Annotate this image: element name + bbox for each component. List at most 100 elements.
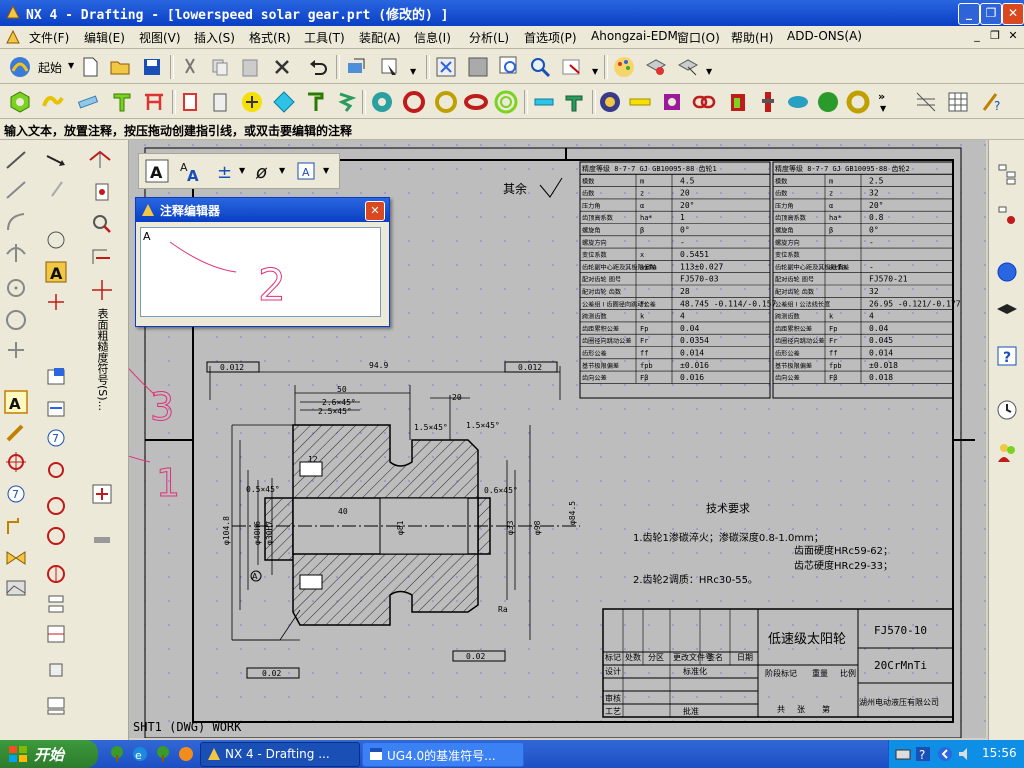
note-icon[interactable]: A [44, 260, 68, 284]
crosshatch-icon[interactable] [44, 290, 68, 314]
feature-control-frame-icon[interactable]: 7 [44, 426, 68, 450]
menu-information[interactable]: 信息(I) [414, 29, 451, 46]
boxed-text-icon[interactable]: A [295, 159, 319, 183]
fit-view-icon[interactable] [434, 55, 458, 79]
coupling-icon[interactable] [786, 90, 810, 114]
mdi-close-button[interactable]: ✕ [1006, 29, 1020, 43]
gear-icon[interactable] [370, 90, 394, 114]
menu-window[interactable]: 窗口(O) [677, 29, 720, 46]
training-icon[interactable] [995, 300, 1019, 324]
quicklaunch-tree2-icon[interactable] [154, 745, 172, 763]
diameter-dropdown-icon[interactable]: ▼ [279, 166, 285, 175]
palette-icon[interactable] [612, 55, 636, 79]
start-label[interactable]: 起始 [38, 59, 62, 76]
zoom-window-icon[interactable] [498, 55, 522, 79]
polyline-icon[interactable] [4, 178, 28, 202]
history-icon[interactable] [995, 398, 1019, 422]
spline-icon[interactable] [4, 210, 28, 234]
table-note-icon[interactable] [44, 622, 68, 646]
menu-file[interactable]: 文件(F) [29, 29, 69, 46]
copy-icon[interactable] [208, 55, 232, 79]
minimize-button[interactable]: _ [958, 3, 980, 25]
plane-icon[interactable] [90, 244, 114, 268]
region-icon[interactable] [44, 694, 68, 718]
clip-icon[interactable] [304, 90, 328, 114]
table-grid-icon[interactable] [914, 90, 938, 114]
circular-centerline-icon[interactable] [44, 494, 68, 518]
boxed-text-dropdown-icon[interactable]: ▼ [323, 166, 329, 175]
pencil-icon[interactable] [4, 420, 28, 444]
pin-icon[interactable] [76, 90, 100, 114]
datum-symbol-icon[interactable]: 7 [4, 482, 28, 506]
delete-icon[interactable] [270, 55, 294, 79]
pin-cutout-icon[interactable] [90, 180, 114, 204]
restore-button[interactable]: ❐ [980, 3, 1002, 25]
plus-minus-dropdown-icon[interactable]: ▼ [239, 166, 245, 175]
zoom-icon[interactable] [528, 55, 552, 79]
spring-icon[interactable] [334, 90, 358, 114]
filter-dropdown-icon[interactable]: ▼ [410, 67, 416, 76]
volume-icon[interactable] [957, 746, 973, 762]
menu-edit[interactable]: 编辑(E) [84, 29, 125, 46]
chain-wheel-icon[interactable] [598, 90, 622, 114]
shaft-icon[interactable] [756, 90, 780, 114]
search-icon[interactable] [90, 212, 114, 236]
toolbar-overflow-icon[interactable]: » [878, 90, 885, 103]
arrow-line-icon[interactable] [44, 148, 68, 172]
part-navigator-icon[interactable] [995, 204, 1019, 228]
bar-icon[interactable] [628, 90, 652, 114]
close-button[interactable]: ✕ [1002, 3, 1024, 25]
spreadsheet-icon[interactable] [946, 90, 970, 114]
pipe-icon[interactable] [90, 528, 114, 552]
clamp-icon[interactable] [40, 90, 64, 114]
menu-preferences[interactable]: 首选项(P) [524, 29, 577, 46]
stack-icon[interactable] [44, 592, 68, 616]
undo-icon[interactable] [306, 55, 330, 79]
ring-icon[interactable] [402, 90, 426, 114]
toolbar-options-icon[interactable]: ▼ [880, 104, 886, 113]
plus-circle-icon[interactable] [240, 90, 264, 114]
cut-view-icon[interactable] [90, 482, 114, 506]
assembly-navigator-icon[interactable] [995, 162, 1019, 186]
help-tray-icon[interactable]: ? [915, 746, 931, 762]
t-bolt-icon[interactable] [110, 90, 134, 114]
axis-icon[interactable] [90, 278, 114, 302]
layer-settings-icon[interactable] [644, 55, 668, 79]
symmetry-icon[interactable] [44, 562, 68, 586]
menu-view[interactable]: 视图(V) [139, 29, 181, 46]
task-nx-drafting[interactable]: NX 4 - Drafting ... [200, 742, 360, 767]
menu-help[interactable]: 帮助(H) [731, 29, 773, 46]
paste-icon[interactable] [238, 55, 262, 79]
note-tool-icon[interactable]: A [145, 159, 169, 183]
nx-start-icon[interactable] [8, 55, 32, 79]
menu-analysis[interactable]: 分析(L) [469, 29, 509, 46]
oring-icon[interactable] [464, 90, 488, 114]
rotate-view-icon[interactable] [560, 55, 584, 79]
task-ug-symbol[interactable]: UG4.0的基准符号... [362, 742, 524, 767]
menu-assemblies[interactable]: 装配(A) [359, 29, 401, 46]
bracket-icon[interactable] [142, 90, 166, 114]
point-icon[interactable] [4, 338, 28, 362]
pan-icon[interactable] [466, 55, 490, 79]
start-dropdown-icon[interactable]: ▼ [68, 61, 74, 70]
surface-finish-icon[interactable] [88, 148, 112, 172]
text-style-icon[interactable]: AA [179, 159, 203, 183]
sphere-icon[interactable] [816, 90, 840, 114]
washer-icon[interactable] [434, 90, 458, 114]
image-icon[interactable] [4, 576, 28, 600]
square-nut-icon[interactable] [660, 90, 684, 114]
view-dropdown-icon[interactable]: ▼ [592, 67, 598, 76]
mdi-restore-button[interactable]: ❐ [988, 29, 1002, 43]
leader-icon[interactable] [44, 178, 68, 202]
menu-insert[interactable]: 插入(S) [194, 29, 235, 46]
tray-expand-icon[interactable] [937, 746, 953, 762]
plus-minus-icon[interactable]: ± [213, 159, 237, 183]
quicklaunch-ie-icon[interactable]: e [131, 745, 149, 763]
block-icon[interactable] [208, 90, 232, 114]
datum-target-icon[interactable] [4, 450, 28, 474]
arc-icon[interactable] [4, 240, 28, 264]
mdi-minimize-button[interactable]: _ [970, 29, 984, 43]
start-button[interactable]: 开始 [0, 740, 98, 768]
stamp-icon[interactable] [44, 658, 68, 682]
plate-icon[interactable] [726, 90, 750, 114]
